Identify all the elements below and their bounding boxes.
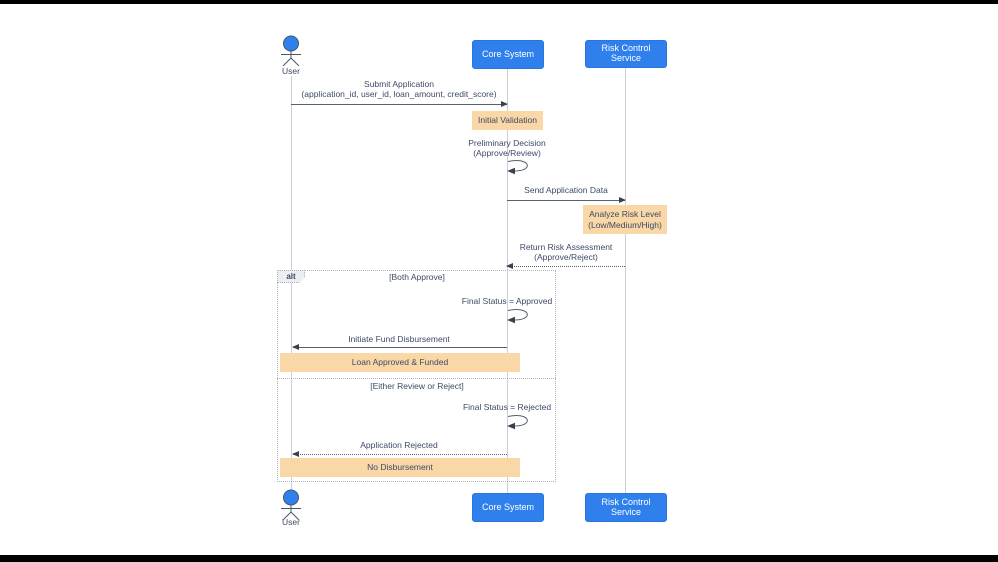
self-message-label-preliminary-decision: Preliminary Decision <box>468 138 546 148</box>
sequence-diagram-canvas: User Core System Risk Control Service Su… <box>0 0 998 562</box>
alt-condition-both-approve: [Both Approve] <box>389 272 445 282</box>
participant-risk-control-bottom: Risk Control Service <box>585 493 667 522</box>
message-label-send-application-data: Send Application Data <box>524 185 608 195</box>
actor-label-user-top: User <box>282 66 300 76</box>
message-params-return-risk-assessment: (Approve/Reject) <box>534 252 598 262</box>
self-message-label-final-status-approved: Final Status = Approved <box>461 296 553 306</box>
message-arrow-application-rejected <box>292 451 507 457</box>
lifeline-risk-control <box>625 68 626 493</box>
self-message-label-final-status-rejected: Final Status = Rejected <box>462 402 552 412</box>
message-label-initiate-fund-disbursement: Initiate Fund Disbursement <box>348 334 450 344</box>
alt-condition-either-review-reject: [Either Review or Reject] <box>370 381 464 391</box>
note-no-disbursement: No Disbursement <box>280 458 520 477</box>
message-arrow-return-risk-assessment <box>506 263 625 269</box>
message-label-return-risk-assessment: Return Risk Assessment <box>519 242 613 252</box>
bottom-letterbox-bar <box>0 555 998 562</box>
message-label-submit-application: Submit Application <box>364 79 434 89</box>
note-analyze-risk-level-params: (Low/Medium/High) <box>588 219 662 230</box>
note-analyze-risk-level-text: Analyze Risk Level <box>589 208 661 219</box>
note-loan-approved-funded-text: Loan Approved & Funded <box>351 357 449 367</box>
alt-fragment-tab: alt <box>277 270 305 283</box>
note-initial-validation-text: Initial Validation <box>478 115 537 125</box>
note-loan-approved-funded: Loan Approved & Funded <box>280 353 520 372</box>
actor-label-user-bottom: User <box>282 517 300 527</box>
note-no-disbursement-text: No Disbursement <box>367 462 433 472</box>
note-initial-validation: Initial Validation <box>472 111 543 130</box>
note-analyze-risk-level: Analyze Risk Level (Low/Medium/High) <box>583 205 667 234</box>
top-letterbox-bar <box>0 0 998 4</box>
participant-core-system-bottom: Core System <box>472 493 544 522</box>
message-arrow-send-application-data <box>507 197 626 203</box>
message-params-submit-application: (application_id, user_id, loan_amount, c… <box>301 89 497 99</box>
alt-section-divider <box>277 378 556 379</box>
participant-core-system-top: Core System <box>472 40 544 69</box>
message-arrow-initiate-fund-disbursement <box>292 344 507 350</box>
message-label-application-rejected: Application Rejected <box>360 440 438 450</box>
participant-risk-control-top: Risk Control Service <box>585 40 667 68</box>
message-arrow-submit-application <box>291 101 508 107</box>
self-message-params-preliminary-decision: (Approve/Review) <box>473 148 541 158</box>
